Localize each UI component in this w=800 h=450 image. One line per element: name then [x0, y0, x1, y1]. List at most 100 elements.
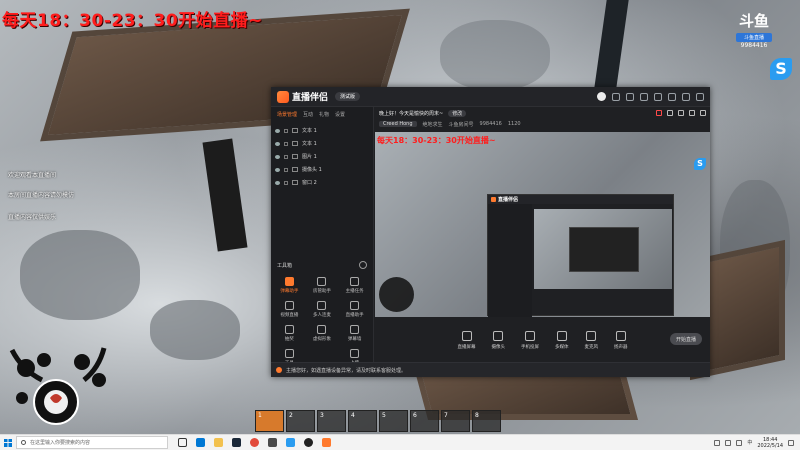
monitor-icon: [461, 331, 472, 341]
hotbar-slot-3[interactable]: 3: [317, 410, 346, 432]
close-icon[interactable]: [696, 92, 704, 101]
clock[interactable]: 18:44 2022/5/14: [757, 437, 783, 449]
streamer-app-icon[interactable]: [322, 438, 331, 447]
taskbar: 在这里输入你要搜索的内容 中 18:44 2022/5/14: [0, 434, 800, 450]
start-live-button[interactable]: 开始直播: [670, 333, 702, 345]
edge-icon[interactable]: [196, 438, 205, 447]
task-view-icon[interactable]: [178, 438, 187, 447]
hotbar-slot-8[interactable]: 8: [472, 410, 501, 432]
user-avatar[interactable]: [597, 92, 606, 101]
minimize-icon[interactable]: [668, 92, 676, 101]
chevron-up-icon[interactable]: [714, 439, 721, 446]
hotbar-slot-4[interactable]: 4: [348, 410, 377, 432]
game-app-icon[interactable]: [250, 438, 259, 447]
eye-icon[interactable]: [275, 128, 280, 133]
obs-icon[interactable]: [304, 438, 313, 447]
edit-title-button[interactable]: 修改: [448, 109, 467, 117]
lock-icon[interactable]: [284, 128, 288, 133]
tab-settings[interactable]: 设置: [335, 111, 345, 118]
hotbar-slot-7[interactable]: 7: [441, 410, 470, 432]
hotbar-slot-2[interactable]: 2: [286, 410, 315, 432]
streamer-name[interactable]: Creed Hong: [379, 121, 417, 127]
tab-scene[interactable]: 场景管理: [277, 111, 297, 118]
tool-live-helper[interactable]: 直播助手: [338, 301, 371, 318]
skin-icon[interactable]: [626, 92, 634, 101]
hotbar-slot-6[interactable]: 6: [410, 410, 439, 432]
left-panel: 场景管理 互动 礼物 设置 文本 1 文本 1 图片 1 摄像头 1 窗口 2 …: [271, 107, 374, 366]
microphone-button[interactable]: 麦克风: [585, 331, 598, 350]
eye-icon[interactable]: [275, 154, 280, 159]
source-item[interactable]: 文本 1: [275, 137, 369, 150]
source-controls: 直播屏幕 摄像头 手机投屏 多媒体 麦克风 扬声器 开始直播: [375, 319, 710, 362]
steam-icon[interactable]: [232, 438, 241, 447]
record-icon[interactable]: [656, 110, 662, 116]
tool-danmu-wall[interactable]: 弹幕墙: [338, 325, 371, 342]
stream-preview[interactable]: 每天18：30-23：30开始直播~ S 直播伴侣: [375, 132, 710, 317]
start-button[interactable]: [0, 435, 16, 450]
lock-icon[interactable]: [667, 110, 673, 116]
eye-icon[interactable]: [275, 141, 280, 146]
lock-icon[interactable]: [284, 180, 288, 185]
source-item[interactable]: 窗口 2: [275, 176, 369, 189]
nested-app-preview: 直播伴侣: [487, 194, 674, 317]
version-badge[interactable]: 测试版: [335, 92, 361, 101]
share-icon[interactable]: [700, 110, 706, 116]
app-logo: 直播伴侣 测试版: [277, 90, 361, 103]
tab-interact[interactable]: 互动: [303, 111, 313, 118]
home-icon[interactable]: [689, 110, 695, 116]
tool-multi-mic[interactable]: 多人连麦: [306, 301, 339, 318]
hotbar-slot-1[interactable]: 1: [255, 410, 284, 432]
tool-app-icon[interactable]: [268, 438, 277, 447]
lock-icon[interactable]: [284, 154, 288, 159]
tool-video-live[interactable]: 视频直播: [273, 301, 306, 318]
speaker-button[interactable]: 扬声器: [614, 331, 628, 350]
source-item[interactable]: 图片 1: [275, 150, 369, 163]
folder-icon[interactable]: [214, 438, 223, 447]
room-meta-row: Creed Hong 绝地求生 斗鱼房间号 9984416 1120: [375, 119, 710, 129]
user-icon: [317, 277, 327, 286]
source-item[interactable]: 文本 1: [275, 124, 369, 137]
maximize-icon[interactable]: [682, 92, 690, 101]
input-language[interactable]: 中: [747, 439, 752, 446]
eye-icon[interactable]: [275, 180, 280, 185]
network-icon[interactable]: [725, 439, 732, 446]
tool-label: 房管助手: [312, 289, 331, 294]
add-tool-icon[interactable]: [359, 261, 367, 269]
tool-avatar[interactable]: 虚拟形象: [306, 325, 339, 342]
avatar-icon: [317, 325, 327, 334]
eye-icon[interactable]: [275, 167, 280, 172]
hotbar-slot-5[interactable]: 5: [379, 410, 408, 432]
screen-capture-button[interactable]: 直播屏幕: [458, 331, 476, 350]
settings-icon[interactable]: [640, 92, 648, 101]
message-icon[interactable]: [612, 92, 620, 101]
control-label: 直播屏幕: [457, 345, 476, 350]
tool-tasks[interactable]: 主播任务: [338, 277, 371, 294]
douyu-app-icon[interactable]: [286, 438, 295, 447]
tool-danmu-helper[interactable]: 弹幕助手: [273, 277, 306, 294]
app-logo-icon: [277, 90, 289, 103]
phone-cast-button[interactable]: 手机投屏: [521, 331, 539, 350]
notification-icon[interactable]: [788, 439, 794, 446]
nested-logo-icon: [491, 197, 496, 202]
lock-icon[interactable]: [284, 167, 288, 172]
camera-button[interactable]: 摄像头: [491, 331, 506, 350]
media-button[interactable]: 多媒体: [555, 331, 569, 350]
volume-icon[interactable]: [736, 439, 743, 446]
tool-label: 直播助手: [345, 313, 364, 318]
metal-pole: [593, 0, 629, 95]
lock-icon[interactable]: [284, 141, 288, 146]
tool-room-manager[interactable]: 房管助手: [306, 277, 339, 294]
douyu-mark: 斗鱼: [738, 12, 769, 30]
tool-lottery[interactable]: 抽奖: [273, 325, 306, 342]
titlebar-controls: [597, 92, 704, 101]
game-category[interactable]: 绝地求生: [423, 121, 443, 128]
viewer-count: 1120: [507, 121, 521, 127]
tab-gift[interactable]: 礼物: [319, 111, 329, 118]
taskbar-search[interactable]: 在这里输入你要搜索的内容: [16, 436, 168, 449]
gift-icon: [284, 325, 294, 334]
control-label: 摄像头: [491, 345, 506, 350]
menu-icon[interactable]: [654, 92, 662, 101]
screenshot-icon[interactable]: [678, 110, 684, 116]
source-item[interactable]: 摄像头 1: [275, 163, 369, 176]
room-id-label: 斗鱼房间号: [448, 121, 474, 128]
